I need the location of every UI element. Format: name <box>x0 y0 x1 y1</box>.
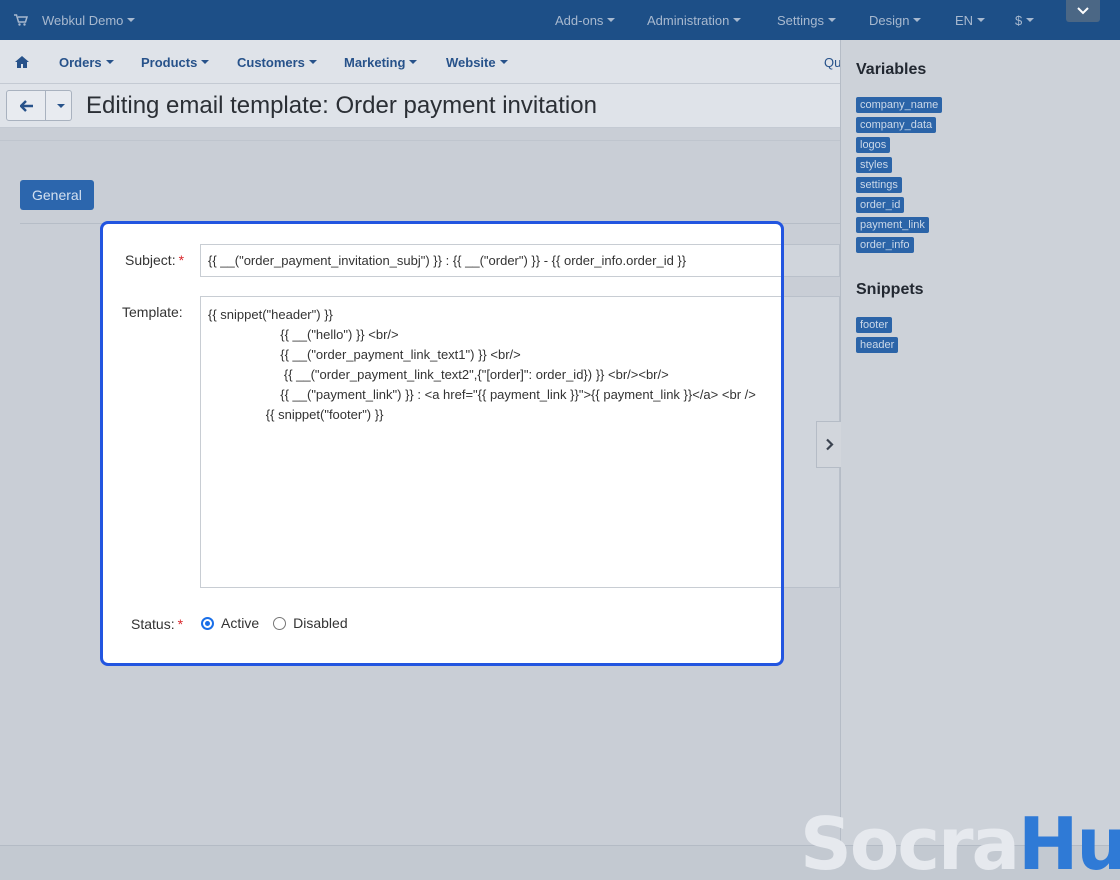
nav-website-label: Website <box>446 54 496 70</box>
chevron-down-icon <box>56 103 65 108</box>
subject-input[interactable]: {{ __("order_payment_invitation_subj") }… <box>200 244 781 277</box>
status-active-radio[interactable] <box>201 616 214 630</box>
back-dropdown-button[interactable] <box>46 90 72 121</box>
variable-tag[interactable]: company_data <box>856 117 937 133</box>
nav-products-label: Products <box>141 54 198 70</box>
snippet-tag[interactable]: header <box>856 337 899 353</box>
variable-tag[interactable]: logos <box>856 137 891 153</box>
store-name: Webkul Demo <box>42 12 124 28</box>
menu-addons-label: Add-ons <box>555 12 604 28</box>
nav-orders[interactable]: Orders <box>59 40 114 84</box>
sidebar-toggle-button[interactable] <box>816 421 841 468</box>
nav-website[interactable]: Website <box>446 40 508 84</box>
title-bar: Editing email template: Order payment in… <box>0 84 840 128</box>
menu-administration-label: Administration <box>647 12 730 28</box>
subject-value: {{ __("order_payment_invitation_subj") }… <box>208 253 687 268</box>
top-navbar: Webkul Demo Add-ons Administration Setti… <box>0 0 1120 40</box>
tab-general[interactable]: General <box>20 180 94 210</box>
menu-design-label: Design <box>869 12 910 28</box>
chevron-down-icon <box>913 18 922 22</box>
snippets-heading: Snippets <box>856 281 924 298</box>
template-textarea[interactable]: {{ snippet("header") }} {{ __("hello") }… <box>200 296 781 588</box>
menu-currency-label: $ <box>1015 12 1023 28</box>
watermark-part1: Socra <box>800 802 1020 880</box>
chevron-down-icon <box>827 18 836 22</box>
chevron-down-icon <box>1026 18 1035 22</box>
template-line: {{ snippet("header") }} <box>208 307 333 322</box>
nav-products[interactable]: Products <box>141 40 210 84</box>
status-disabled-radio[interactable] <box>273 616 287 630</box>
nav-customers-label: Customers <box>237 54 305 70</box>
chevron-down-icon <box>733 18 742 22</box>
nav-orders-label: Orders <box>59 54 102 70</box>
chevron-down-icon <box>105 60 114 64</box>
arrow-left-icon <box>19 99 33 112</box>
template-line: {{ __("hello") }} <br/> <box>208 327 399 342</box>
variable-tag[interactable]: settings <box>856 177 902 193</box>
variable-tag[interactable]: company_name <box>856 97 943 113</box>
nav-marketing[interactable]: Marketing <box>344 40 418 84</box>
nav-quick-link-label: Qu <box>824 54 842 70</box>
template-line: {{ snippet("footer") }} <box>208 407 384 422</box>
subject-label-text: Subject: <box>125 252 176 268</box>
cart-icon <box>14 14 28 26</box>
menu-language-label: EN <box>955 12 974 28</box>
back-button[interactable] <box>6 90 46 121</box>
menu-settings[interactable]: Settings <box>777 0 836 40</box>
chevron-down-icon <box>201 60 210 64</box>
variable-tag[interactable]: styles <box>856 157 893 173</box>
variables-heading: Variables <box>856 61 927 78</box>
chevron-down-icon <box>308 60 317 64</box>
user-menu-button[interactable] <box>1066 0 1100 22</box>
watermark-part2: Hub <box>1018 802 1120 880</box>
chevron-down-icon <box>607 18 616 22</box>
template-line: {{ __("order_payment_link_text1") }} <br… <box>208 347 521 362</box>
variables-sidebar: Variables company_name company_data logo… <box>840 40 1120 845</box>
snippet-tag[interactable]: footer <box>856 317 893 333</box>
variable-tag[interactable]: payment_link <box>856 217 929 233</box>
nav-customers[interactable]: Customers <box>237 40 317 84</box>
menu-administration[interactable]: Administration <box>647 0 742 40</box>
chevron-down-icon <box>409 60 418 64</box>
variable-tag[interactable]: order_id <box>856 197 905 213</box>
subject-label: Subject: * <box>125 252 184 268</box>
status-radio-group: Active Disabled <box>201 615 348 631</box>
status-active-label[interactable]: Active <box>221 615 259 631</box>
home-button[interactable] <box>15 40 29 84</box>
store-switcher[interactable]: Webkul Demo <box>14 0 136 40</box>
menu-settings-label: Settings <box>777 12 824 28</box>
chevron-down-icon <box>499 60 508 64</box>
email-template-form: Subject: * {{ __("order_payment_invitatio… <box>100 221 784 666</box>
chevron-right-icon <box>825 438 834 451</box>
status-label: Status: * <box>131 616 183 632</box>
status-disabled-label[interactable]: Disabled <box>293 615 347 631</box>
template-line: {{ __("order_payment_link_text2",{"[orde… <box>208 367 669 382</box>
menu-design[interactable]: Design <box>869 0 922 40</box>
home-icon <box>15 56 29 68</box>
subject-field-background <box>783 244 840 277</box>
menu-language[interactable]: EN <box>955 0 986 40</box>
required-marker: * <box>178 252 185 268</box>
page-title: Editing email template: Order payment in… <box>86 92 597 119</box>
required-marker: * <box>177 616 184 632</box>
nav-marketing-label: Marketing <box>344 54 406 70</box>
variable-tag[interactable]: order_info <box>856 237 914 253</box>
chevron-down-icon <box>977 18 986 22</box>
chevron-down-icon <box>127 18 136 22</box>
menu-addons[interactable]: Add-ons <box>555 0 616 40</box>
chevron-down-icon <box>1077 7 1089 15</box>
template-label: Template: <box>122 304 183 320</box>
socrahub-watermark: SocraHub <box>800 808 1120 880</box>
menu-currency[interactable]: $ <box>1015 0 1035 40</box>
template-line: {{ __("payment_link") }} : <a href="{{ p… <box>208 387 756 402</box>
status-label-text: Status: <box>131 616 175 632</box>
back-button-group <box>6 90 72 121</box>
nav-quick-link[interactable]: Qu <box>824 40 841 84</box>
